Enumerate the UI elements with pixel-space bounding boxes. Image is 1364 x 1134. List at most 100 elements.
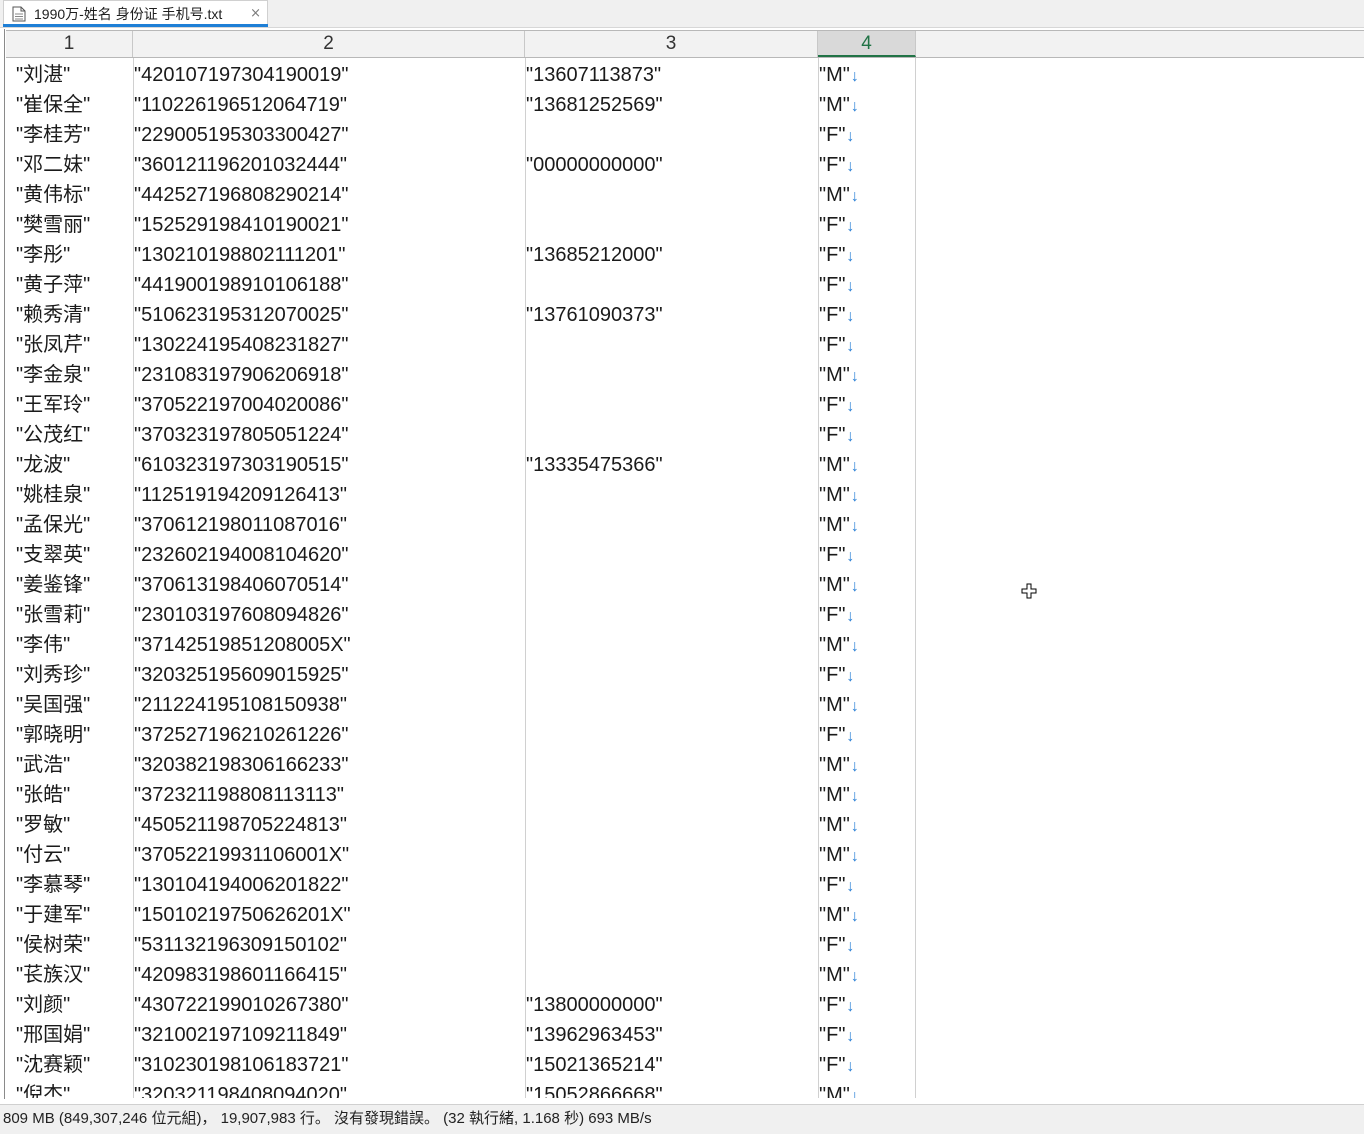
cell-col-1[interactable]: "张雪莉" [16, 600, 90, 630]
cell-col-3[interactable]: "13607113873" [526, 60, 661, 90]
file-tab[interactable]: 1990万-姓名 身份证 手机号.txt × [3, 0, 268, 26]
table-row[interactable]: "邓二妹" "360121196201032444" "00000000000" "F… [0, 150, 1364, 180]
table-row[interactable]: "樊雪丽" "152529198410190021" "F"↓ [0, 210, 1364, 240]
cell-col-2[interactable]: "441900198910106188" [134, 270, 348, 300]
cell-col-4[interactable]: "M"↓ [819, 90, 859, 120]
cell-col-2[interactable]: "420983198601166415" [134, 960, 347, 990]
table-row[interactable]: "倪杰" "320321198408094020" "15052866668" "M"… [0, 1080, 1364, 1098]
cell-col-1[interactable]: "黄子萍" [16, 270, 90, 300]
cell-col-2[interactable]: "15010219750626201X" [134, 900, 351, 930]
cell-col-1[interactable]: "公茂红" [16, 420, 90, 450]
cell-col-1[interactable]: "付云" [16, 840, 70, 870]
cell-col-1[interactable]: "支翠英" [16, 540, 90, 570]
cell-col-3[interactable]: "13335475366" [526, 450, 663, 480]
table-row[interactable]: "黄伟标" "442527196808290214" "M"↓ [0, 180, 1364, 210]
cell-col-4[interactable]: "F"↓ [819, 150, 854, 180]
cell-col-1[interactable]: "苌族汉" [16, 960, 90, 990]
cell-col-1[interactable]: "武浩" [16, 750, 70, 780]
cell-col-4[interactable]: "M"↓ [819, 360, 859, 390]
table-row[interactable]: "邢国娟" "321002197109211849" "13962963453" "F… [0, 1020, 1364, 1050]
cell-col-4[interactable]: "M"↓ [819, 960, 859, 990]
cell-col-3[interactable]: "15052866668" [526, 1080, 663, 1098]
cell-col-4[interactable]: "M"↓ [819, 450, 859, 480]
cell-col-4[interactable]: "M"↓ [819, 780, 859, 810]
cell-col-2[interactable]: "37142519851208005X" [134, 630, 351, 660]
table-row[interactable]: "崔保全" "110226196512064719" "13681252569" "M… [0, 90, 1364, 120]
cell-col-4[interactable]: "F"↓ [819, 990, 854, 1020]
cell-col-1[interactable]: "刘颜" [16, 990, 70, 1020]
cell-col-4[interactable]: "F"↓ [819, 720, 854, 750]
table-row[interactable]: "张皓" "372321198808113113" "M"↓ [0, 780, 1364, 810]
cell-col-2[interactable]: "230103197608094826" [134, 600, 348, 630]
table-row[interactable]: "郭晓明" "372527196210261226" "F"↓ [0, 720, 1364, 750]
cell-col-3[interactable]: "13761090373" [526, 300, 663, 330]
table-row[interactable]: "付云" "37052219931106001X" "M"↓ [0, 840, 1364, 870]
cell-col-2[interactable]: "321002197109211849" [134, 1020, 347, 1050]
cell-col-1[interactable]: "李彤" [16, 240, 70, 270]
cell-col-1[interactable]: "邢国娟" [16, 1020, 90, 1050]
table-row[interactable]: "支翠英" "232602194008104620" "F"↓ [0, 540, 1364, 570]
table-row[interactable]: "沈赛颖" "310230198106183721" "15021365214" "F… [0, 1050, 1364, 1080]
cell-col-3[interactable]: "00000000000" [526, 150, 663, 180]
close-icon[interactable]: × [250, 6, 261, 21]
cell-col-2[interactable]: "510623195312070025" [134, 300, 348, 330]
cell-col-1[interactable]: "侯树荣" [16, 930, 90, 960]
table-row[interactable]: "刘秀珍" "320325195609015925" "F"↓ [0, 660, 1364, 690]
cell-col-2[interactable]: "320321198408094020" [134, 1080, 347, 1098]
cell-col-2[interactable]: "370613198406070514" [134, 570, 348, 600]
cell-col-4[interactable]: "M"↓ [819, 570, 859, 600]
cell-col-4[interactable]: "M"↓ [819, 750, 859, 780]
cell-col-1[interactable]: "倪杰" [16, 1080, 70, 1098]
table-row[interactable]: "刘颜" "430722199010267380" "13800000000" "F"… [0, 990, 1364, 1020]
cell-col-4[interactable]: "F"↓ [819, 660, 854, 690]
cell-col-2[interactable]: "370612198011087016" [134, 510, 347, 540]
cell-col-1[interactable]: "赖秀清" [16, 300, 90, 330]
cell-col-1[interactable]: "王军玲" [16, 390, 90, 420]
cell-col-1[interactable]: "沈赛颖" [16, 1050, 90, 1080]
cell-col-4[interactable]: "M"↓ [819, 480, 859, 510]
cell-col-1[interactable]: "刘湛" [16, 60, 70, 90]
cell-col-2[interactable]: "130224195408231827" [134, 330, 348, 360]
table-row[interactable]: "姜鉴锋" "370613198406070514" "M"↓ [0, 570, 1364, 600]
table-row[interactable]: "刘湛" "420107197304190019" "13607113873" "M"… [0, 60, 1364, 90]
cell-col-2[interactable]: "450521198705224813" [134, 810, 347, 840]
cell-col-1[interactable]: "姜鉴锋" [16, 570, 90, 600]
cell-col-1[interactable]: "刘秀珍" [16, 660, 90, 690]
table-row[interactable]: "苌族汉" "420983198601166415" "M"↓ [0, 960, 1364, 990]
cell-col-1[interactable]: "郭晓明" [16, 720, 90, 750]
cell-col-4[interactable]: "M"↓ [819, 630, 859, 660]
cell-col-1[interactable]: "李桂芳" [16, 120, 90, 150]
cell-col-2[interactable]: "211224195108150938" [134, 690, 347, 720]
cell-col-2[interactable]: "112519194209126413" [134, 480, 347, 510]
column-header-4[interactable]: 4 [818, 31, 916, 57]
cell-col-4[interactable]: "M"↓ [819, 60, 859, 90]
cell-col-1[interactable]: "张皓" [16, 780, 70, 810]
cell-col-2[interactable]: "232602194008104620" [134, 540, 348, 570]
table-row[interactable]: "李慕琴" "130104194006201822" "F"↓ [0, 870, 1364, 900]
table-row[interactable]: "李桂芳" "229005195303300427" "F"↓ [0, 120, 1364, 150]
table-row[interactable]: "张凤芹" "130224195408231827" "F"↓ [0, 330, 1364, 360]
cell-col-4[interactable]: "F"↓ [819, 210, 854, 240]
column-header-2[interactable]: 2 [133, 31, 525, 57]
cell-col-4[interactable]: "M"↓ [819, 690, 859, 720]
cell-col-2[interactable]: "320325195609015925" [134, 660, 348, 690]
cell-col-2[interactable]: "372527196210261226" [134, 720, 348, 750]
table-row[interactable]: "张雪莉" "230103197608094826" "F"↓ [0, 600, 1364, 630]
cell-col-2[interactable]: "231083197906206918" [134, 360, 348, 390]
table-row[interactable]: "赖秀清" "510623195312070025" "13761090373" "F… [0, 300, 1364, 330]
table-row[interactable]: "龙波" "610323197303190515" "13335475366" "M"… [0, 450, 1364, 480]
cell-col-2[interactable]: "531132196309150102" [134, 930, 347, 960]
table-row[interactable]: "于建军" "15010219750626201X" "M"↓ [0, 900, 1364, 930]
cell-col-2[interactable]: "37052219931106001X" [134, 840, 349, 870]
cell-col-4[interactable]: "F"↓ [819, 1050, 854, 1080]
cell-col-2[interactable]: "370522197004020086" [134, 390, 348, 420]
table-row[interactable]: "李伟" "37142519851208005X" "M"↓ [0, 630, 1364, 660]
column-header-1[interactable]: 1 [6, 31, 133, 57]
cell-col-2[interactable]: "130104194006201822" [134, 870, 348, 900]
cell-col-2[interactable]: "130210198802111201" [134, 240, 345, 270]
cell-col-2[interactable]: "152529198410190021" [134, 210, 348, 240]
cell-col-4[interactable]: "F"↓ [819, 270, 854, 300]
cell-col-4[interactable]: "F"↓ [819, 540, 854, 570]
table-row[interactable]: "王军玲" "370522197004020086" "F"↓ [0, 390, 1364, 420]
cell-col-1[interactable]: "邓二妹" [16, 150, 90, 180]
